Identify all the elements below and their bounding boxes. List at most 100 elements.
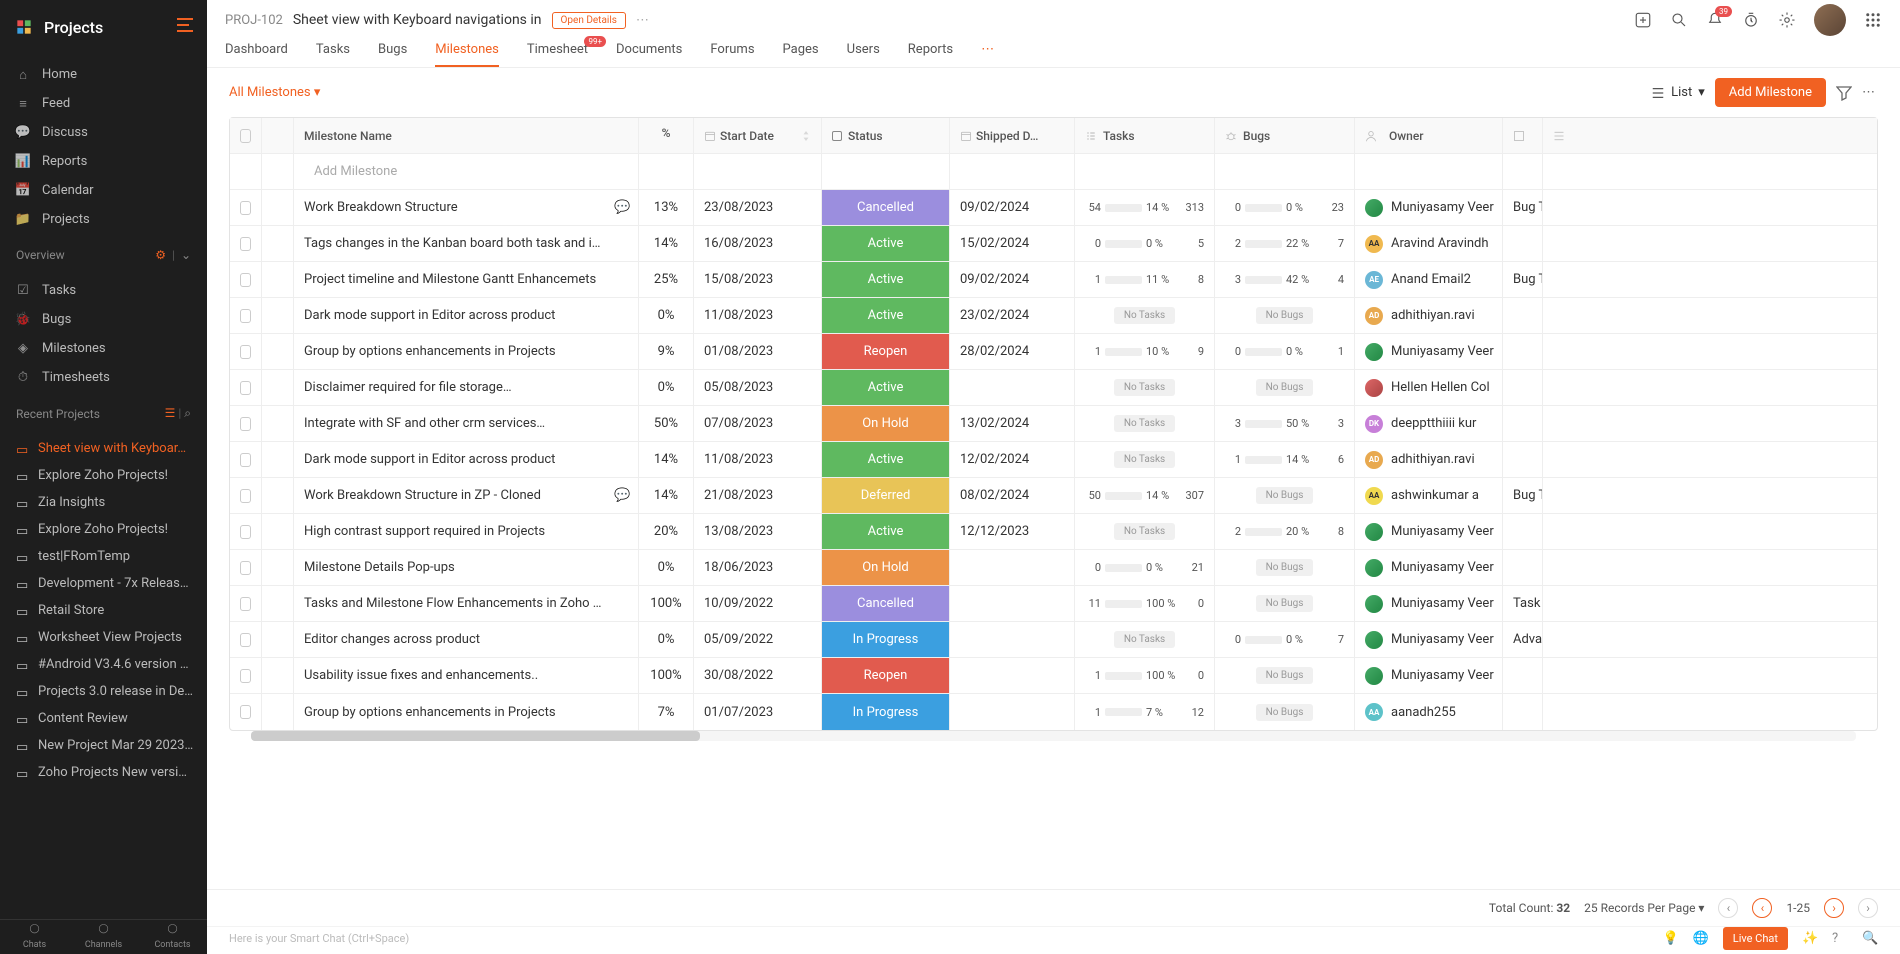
status-pill[interactable]: In Progress	[822, 622, 949, 657]
chat-icon[interactable]: 💬	[614, 488, 628, 503]
tab-milestones[interactable]: Milestones	[435, 34, 499, 67]
milestone-row[interactable]: Project timeline and Milestone Gantt Enh…	[230, 262, 1877, 298]
gear-icon[interactable]	[1778, 11, 1796, 29]
tab-pages[interactable]: Pages	[783, 34, 819, 67]
row-checkbox[interactable]	[240, 489, 251, 503]
status-pill[interactable]: Reopen	[822, 658, 949, 693]
row-checkbox[interactable]	[240, 705, 251, 719]
page-last[interactable]: ›	[1858, 898, 1878, 918]
nav-projects[interactable]: 📁 Projects	[0, 205, 207, 234]
more-icon[interactable]: ⋯	[636, 13, 649, 28]
recent-project-item[interactable]: ▭ #Android V3.4.6 version …	[0, 651, 207, 678]
col-shipped[interactable]: Shipped D…	[950, 118, 1075, 153]
row-checkbox[interactable]	[240, 381, 251, 395]
recent-project-item[interactable]: ▭ Projects 3.0 release in De…	[0, 678, 207, 705]
status-pill[interactable]: In Progress	[822, 694, 949, 730]
col-settings[interactable]	[1543, 118, 1575, 153]
add-milestone-row[interactable]: Add Milestone	[230, 154, 1877, 190]
overview-milestones[interactable]: ◈ Milestones	[0, 334, 207, 363]
tab-tasks[interactable]: Tasks	[316, 34, 350, 67]
status-pill[interactable]: Active	[822, 298, 949, 333]
recent-project-item[interactable]: ▭ Explore Zoho Projects!	[0, 516, 207, 543]
sparkle-icon[interactable]: ✨	[1802, 931, 1818, 947]
col-bugs[interactable]: Bugs	[1215, 118, 1355, 153]
horizontal-scrollbar[interactable]	[251, 731, 1856, 741]
overview-bugs[interactable]: 🐞 Bugs	[0, 305, 207, 334]
recent-project-item[interactable]: ▭ Retail Store	[0, 597, 207, 624]
list-icon[interactable]: ☰	[165, 406, 176, 420]
zoom-icon[interactable]: 🔍	[1862, 931, 1878, 947]
nav-home[interactable]: ⌂ Home	[0, 60, 207, 89]
tab-dashboard[interactable]: Dashboard	[225, 34, 288, 67]
recent-project-item[interactable]: ▭ Development - 7x Releas…	[0, 570, 207, 597]
col-status[interactable]: Status	[822, 118, 950, 153]
recent-project-item[interactable]: ▭ Zia Insights	[0, 489, 207, 516]
select-all-checkbox[interactable]	[240, 129, 251, 143]
overview-timesheets[interactable]: ⏱ Timesheets	[0, 363, 207, 392]
row-checkbox[interactable]	[240, 309, 251, 323]
bottom-tab-channels[interactable]: ◯Channels	[69, 920, 138, 954]
recent-project-item[interactable]: ▭ Zoho Projects New versi…	[0, 759, 207, 786]
bottom-tab-contacts[interactable]: ◯Contacts	[138, 920, 207, 954]
apps-icon[interactable]	[1864, 11, 1882, 29]
user-avatar[interactable]	[1814, 4, 1846, 36]
recent-project-item[interactable]: ▭ New Project Mar 29 2023…	[0, 732, 207, 759]
recent-project-item[interactable]: ▭ Explore Zoho Projects!	[0, 462, 207, 489]
status-pill[interactable]: Active	[822, 226, 949, 261]
col-owner[interactable]: Owner	[1355, 118, 1503, 153]
add-icon[interactable]	[1634, 11, 1652, 29]
milestone-row[interactable]: Dark mode support in Editor across produ…	[230, 298, 1877, 334]
status-pill[interactable]: Cancelled	[822, 586, 949, 621]
row-checkbox[interactable]	[240, 273, 251, 287]
add-milestone-button[interactable]: Add Milestone	[1715, 78, 1826, 107]
col-extra[interactable]	[1503, 118, 1543, 153]
milestone-row[interactable]: Dark mode support in Editor across produ…	[230, 442, 1877, 478]
row-checkbox[interactable]	[240, 417, 251, 431]
tab-users[interactable]: Users	[847, 34, 880, 67]
page-prev[interactable]: ‹	[1752, 898, 1772, 918]
status-pill[interactable]: Active	[822, 442, 949, 477]
milestone-row[interactable]: Integrate with SF and other crm services…	[230, 406, 1877, 442]
col-start-date[interactable]: Start Date	[694, 118, 822, 153]
milestone-row[interactable]: Group by options enhancements in Project…	[230, 694, 1877, 730]
recent-project-item[interactable]: ▭ Content Review	[0, 705, 207, 732]
milestone-row[interactable]: Tasks and Milestone Flow Enhancements in…	[230, 586, 1877, 622]
row-checkbox[interactable]	[240, 237, 251, 251]
bulb-icon[interactable]: 💡	[1663, 931, 1679, 947]
recent-project-item[interactable]: ▭ Sheet view with Keyboar…	[0, 435, 207, 462]
chevron-down-icon[interactable]: ⌄	[181, 248, 191, 262]
filter-icon[interactable]	[1836, 85, 1852, 101]
gear-icon[interactable]: ⚙	[155, 248, 166, 262]
row-checkbox[interactable]	[240, 561, 251, 575]
milestone-row[interactable]: Group by options enhancements in Project…	[230, 334, 1877, 370]
view-toggle[interactable]: List ▾	[1651, 85, 1705, 100]
translate-icon[interactable]: 🌐	[1693, 931, 1709, 947]
page-first[interactable]: ‹	[1718, 898, 1738, 918]
milestone-row[interactable]: Work Breakdown Structure 💬 13% 23/08/202…	[230, 190, 1877, 226]
help-icon[interactable]: ?	[1832, 931, 1848, 947]
smart-chat-hint[interactable]: Here is your Smart Chat (Ctrl+Space)	[229, 928, 409, 949]
status-pill[interactable]: Active	[822, 514, 949, 549]
row-checkbox[interactable]	[240, 597, 251, 611]
tab-bugs[interactable]: Bugs	[378, 34, 407, 67]
search-icon[interactable]: ⌕	[184, 406, 191, 420]
search-icon[interactable]	[1670, 11, 1688, 29]
live-chat-button[interactable]: Live Chat	[1723, 927, 1788, 950]
recent-project-item[interactable]: ▭ Worksheet View Projects	[0, 624, 207, 651]
page-next[interactable]: ›	[1824, 898, 1844, 918]
tab-timesheet[interactable]: Timesheet99+	[527, 34, 588, 67]
milestone-row[interactable]: High contrast support required in Projec…	[230, 514, 1877, 550]
filter-dropdown[interactable]: All Milestones ▾	[229, 85, 320, 100]
status-pill[interactable]: Deferred	[822, 478, 949, 513]
status-pill[interactable]: On Hold	[822, 550, 949, 585]
recent-project-item[interactable]: ▭ test|FRomTemp	[0, 543, 207, 570]
bell-icon[interactable]: 39	[1706, 11, 1724, 29]
nav-reports[interactable]: 📊 Reports	[0, 147, 207, 176]
timer-icon[interactable]	[1742, 11, 1760, 29]
row-checkbox[interactable]	[240, 345, 251, 359]
milestone-row[interactable]: Milestone Details Pop-ups 0% 18/06/2023 …	[230, 550, 1877, 586]
bottom-tab-chats[interactable]: ◯Chats	[0, 920, 69, 954]
row-checkbox[interactable]	[240, 669, 251, 683]
col-pct[interactable]: %	[639, 118, 694, 153]
open-details-button[interactable]: Open Details	[552, 12, 626, 29]
